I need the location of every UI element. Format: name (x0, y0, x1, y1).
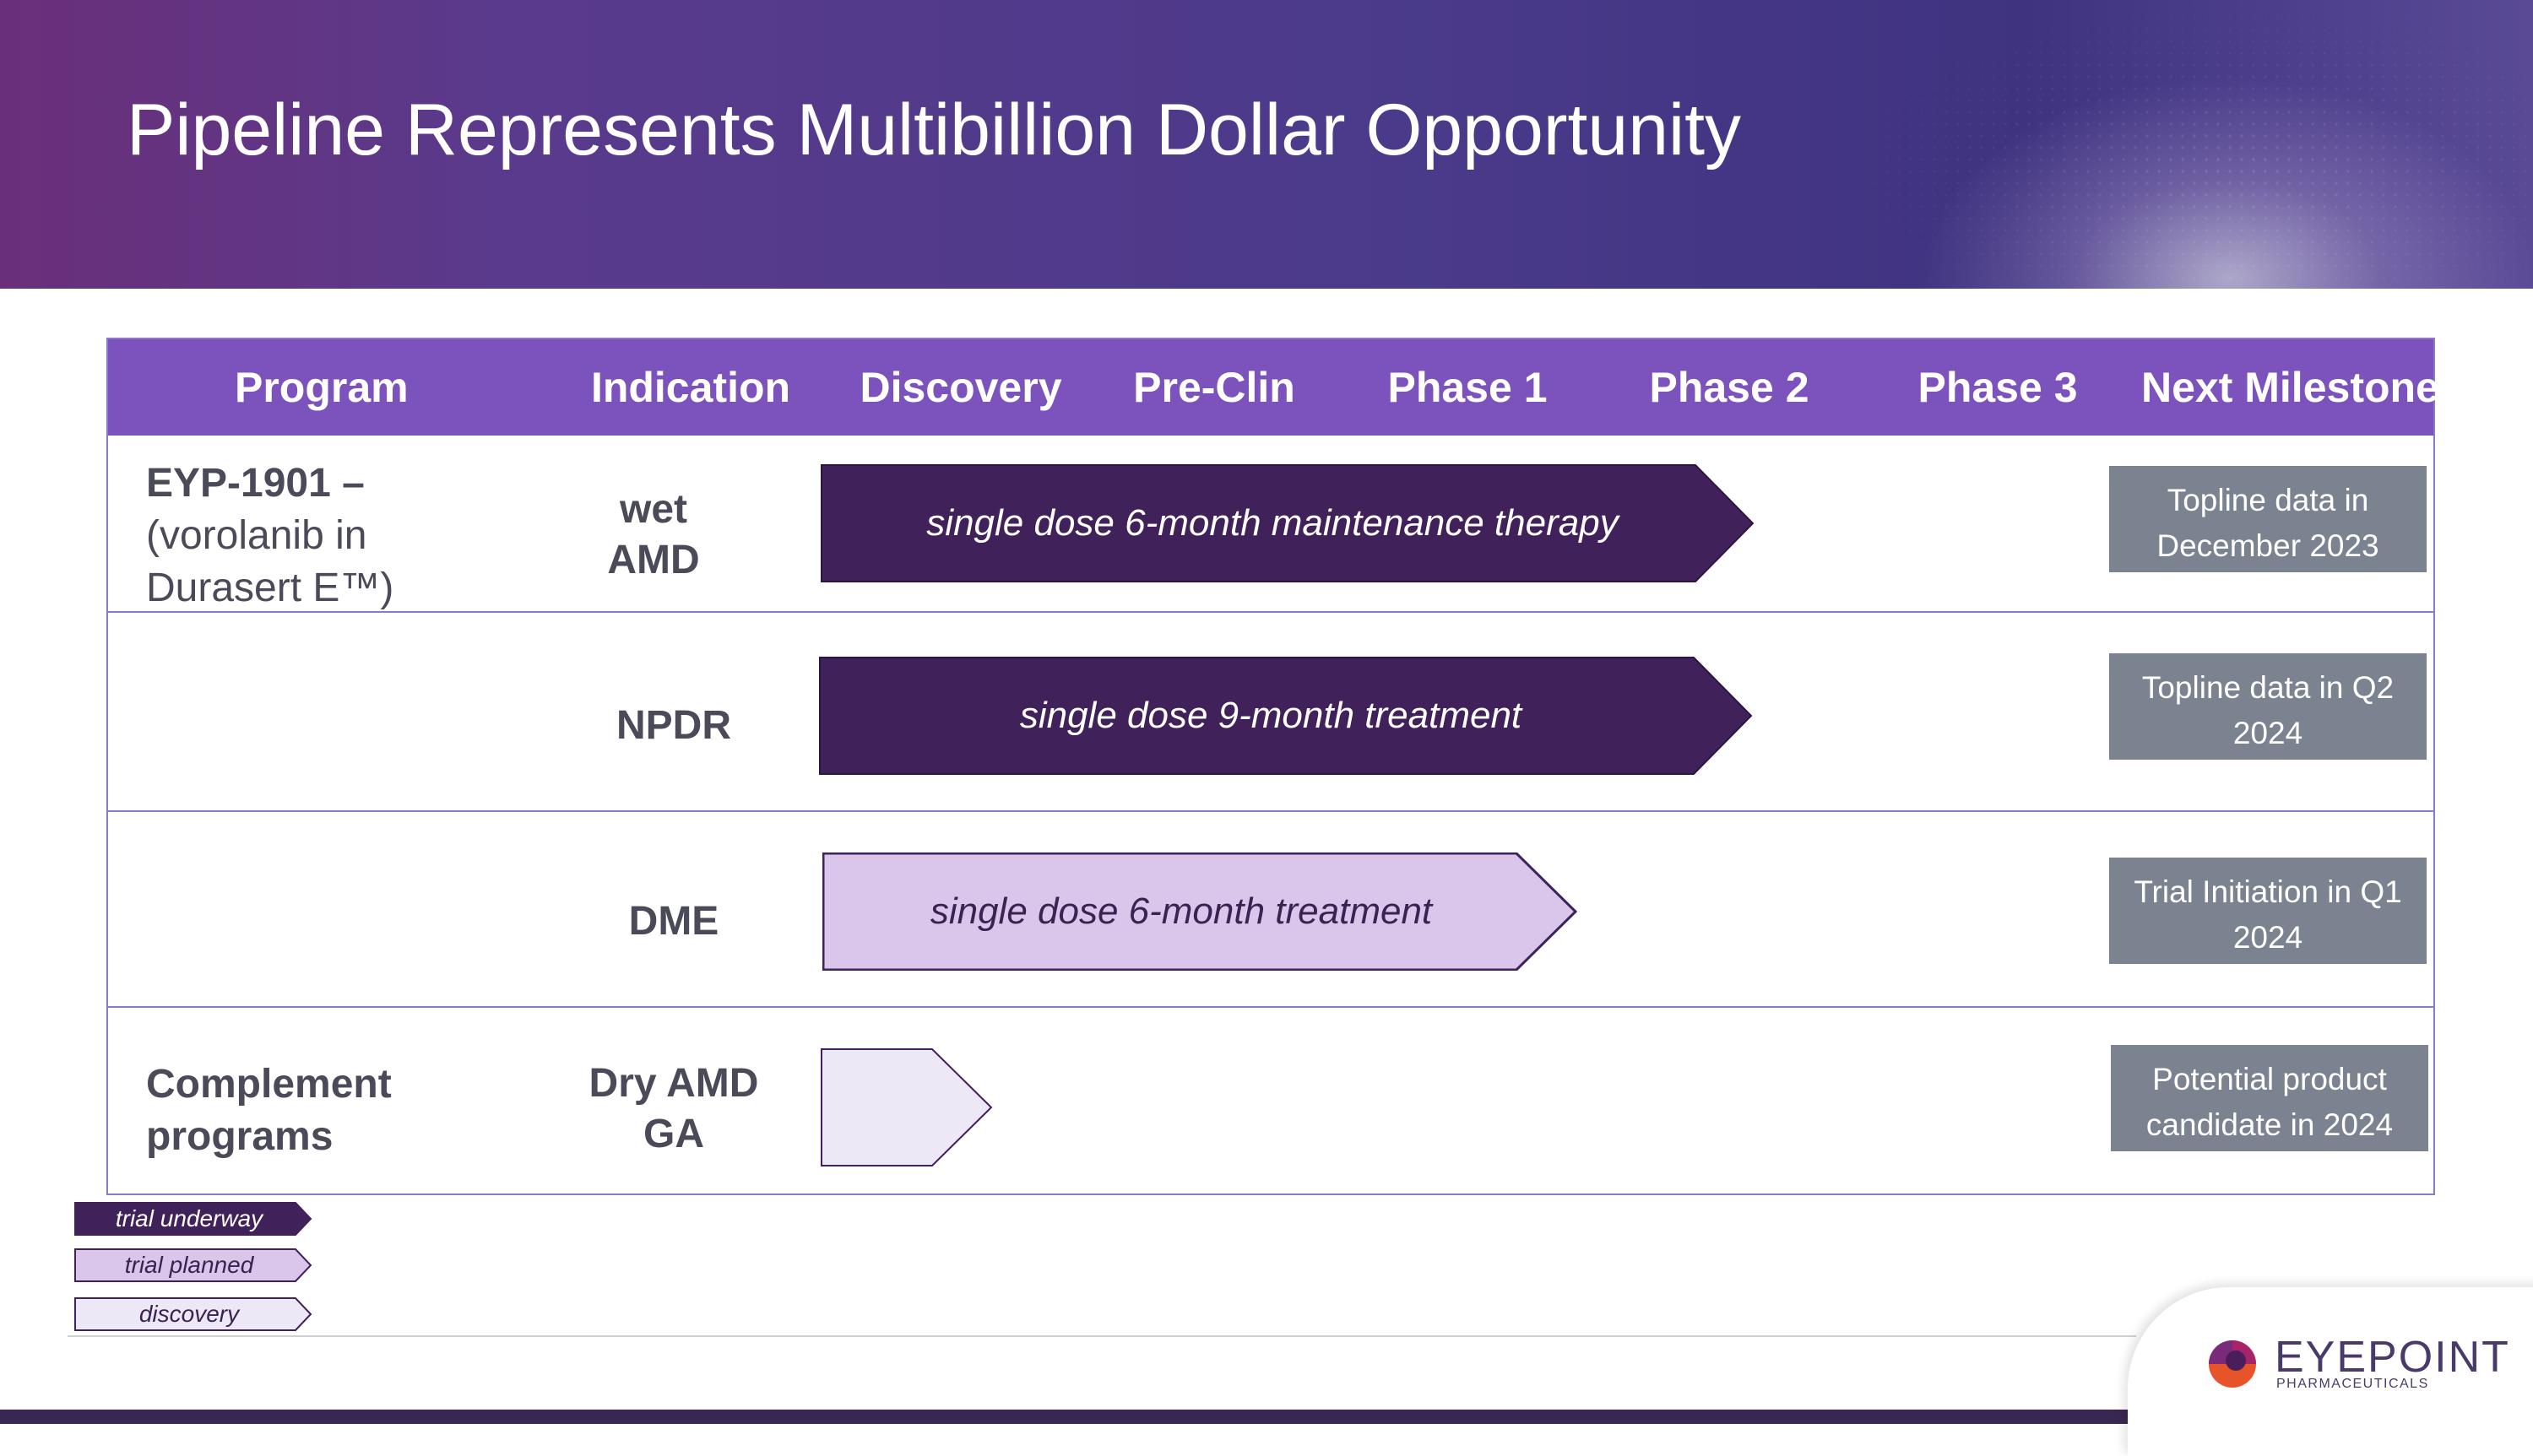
milestone-wet-amd: Topline data in December 2023 (2109, 466, 2427, 572)
header-program: Program (235, 364, 409, 411)
bar-label: single dose 9-month treatment (1019, 695, 1522, 736)
milestone-dry-amd: Potential product candidate in 2024 (2111, 1045, 2428, 1151)
program-eyp-1901: EYP-1901 – (vorolanib in Durasert E™) (146, 461, 394, 610)
bar-label: single dose 6-month treatment (930, 890, 1433, 932)
header-indication: Indication (590, 364, 791, 411)
header-phase3: Phase 3 (1917, 364, 2078, 411)
indication-dme: DME (628, 899, 719, 944)
milestone-dme: Trial Initiation in Q1 2024 (2109, 858, 2427, 964)
eyepoint-logo-word: EYEPOINT (2275, 1333, 2510, 1382)
program-complement: Complement programs (146, 1062, 392, 1159)
legend-trial-underway: trial underway (74, 1202, 312, 1236)
pipeline-bar-npdr: single dose 9-month treatment (819, 657, 1753, 775)
indication-npdr: NPDR (616, 703, 731, 748)
header-phase2: Phase 2 (1649, 364, 1809, 411)
row-divider (108, 810, 2433, 812)
indication-dry-amd-ga: Dry AMD GA (589, 1061, 759, 1156)
pipeline-bar-dme: single dose 6-month treatment (822, 852, 1577, 971)
header-discovery: Discovery (860, 364, 1062, 411)
header-preclin: Pre-Clin (1133, 364, 1295, 411)
header-next-milestone: Next Milestone (2141, 364, 2439, 411)
legend-discovery: discovery (74, 1297, 312, 1331)
table-header: Program Indication Discovery Pre-Clin Ph… (108, 339, 2439, 436)
pipeline-bar-dry-amd (821, 1048, 993, 1166)
pipeline-table: Program Indication Discovery Pre-Clin Ph… (106, 338, 2439, 1195)
row-divider (108, 1006, 2433, 1008)
milestone-npdr: Topline data in Q2 2024 (2109, 653, 2427, 760)
pipeline-bar-wet-amd: single dose 6-month maintenance therapy (821, 464, 1755, 582)
legend-trial-planned: trial planned (74, 1248, 312, 1282)
eyepoint-logo-sub: PHARMACEUTICALS (2276, 1377, 2429, 1391)
eyepoint-logo-icon (2205, 1335, 2259, 1389)
footer-divider (68, 1335, 2136, 1337)
page-title: Pipeline Represents Multibillion Dollar … (127, 89, 1742, 170)
indication-wet-amd: wet AMD (607, 487, 700, 582)
header-phase1: Phase 1 (1387, 364, 1548, 411)
bar-label: single dose 6-month maintenance therapy (926, 502, 1619, 544)
row-divider (108, 611, 2433, 613)
